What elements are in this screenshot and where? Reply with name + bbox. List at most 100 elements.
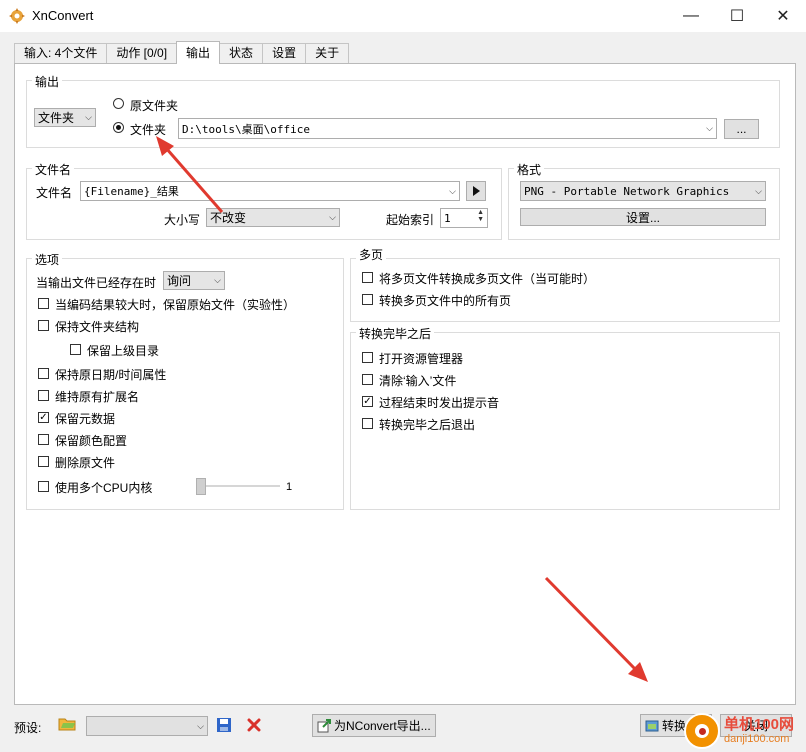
open-folder-icon[interactable]: [58, 716, 76, 732]
multipage-group: [350, 258, 780, 322]
tab-settings[interactable]: 设置: [262, 43, 307, 63]
option-label: 维持原有扩展名: [55, 390, 140, 404]
tab-input[interactable]: 输入: 4个文件: [14, 43, 108, 63]
option-label: 保留颜色配置: [55, 434, 128, 448]
browse-button-label: ...: [736, 122, 747, 136]
format-group: [508, 168, 780, 240]
filename-group-title: 文件名: [32, 161, 75, 178]
format-group-title: 格式: [514, 161, 545, 178]
tab-bar: 输入: 4个文件 动作 [0/0] 输出 状态 设置 关于: [14, 41, 350, 64]
tab-about[interactable]: 关于: [305, 43, 350, 63]
option-checkbox[interactable]: ✓: [38, 412, 49, 423]
chevron-down-icon: ⌵: [755, 185, 762, 196]
maximize-button[interactable]: ☐: [714, 0, 760, 32]
filename-pattern-combo[interactable]: {Filename}_结果 ⌵: [80, 181, 460, 201]
option-label: 当编码结果较大时，保留原始文件（实验性）: [55, 298, 296, 312]
radio-folder-label: 文件夹: [130, 123, 167, 137]
close-button[interactable]: ✕: [760, 0, 806, 32]
option-checkbox[interactable]: [38, 434, 49, 445]
case-select[interactable]: 不改变 ⌵: [206, 208, 340, 227]
after-option-label: 清除‘输入’文件: [379, 374, 457, 388]
multipage-option-label: 转换多页文件中的所有页: [379, 294, 512, 308]
save-icon[interactable]: [216, 717, 232, 733]
format-select[interactable]: PNG - Portable Network Graphics ⌵: [520, 181, 766, 201]
cpu-slider-track[interactable]: [206, 485, 280, 487]
watermark-logo-icon: [684, 713, 720, 749]
folder-type-value: 文件夹: [38, 111, 75, 125]
maximize-icon: ☐: [729, 8, 745, 25]
tab-output[interactable]: 输出: [176, 41, 221, 64]
filename-label: 文件名: [36, 186, 73, 200]
output-path-combo[interactable]: D:\tools\桌面\office ⌵: [178, 118, 717, 139]
output-path-value: D:\tools\桌面\office: [182, 122, 310, 136]
tab-status[interactable]: 状态: [219, 43, 264, 63]
radio-folder[interactable]: [113, 122, 124, 133]
multipage-option-checkbox[interactable]: [362, 294, 373, 305]
chevron-down-icon: ⌵: [214, 275, 221, 285]
option-label: 使用多个CPU内核: [55, 481, 153, 495]
start-index-spinner[interactable]: 1 ▲ ▼: [440, 208, 488, 228]
preset-select[interactable]: ⌵: [86, 716, 208, 736]
insert-pattern-button[interactable]: [466, 181, 486, 201]
option-checkbox[interactable]: [38, 456, 49, 467]
case-label: 大小写: [164, 213, 201, 227]
option-checkbox[interactable]: [38, 298, 49, 309]
xnconvert-logo-icon: [9, 8, 25, 24]
option-checkbox[interactable]: [38, 320, 49, 331]
format-settings-button[interactable]: 设置...: [520, 208, 766, 226]
chevron-down-icon: ⌵: [197, 720, 204, 731]
spinner-arrows-icon: ▲ ▼: [477, 209, 484, 223]
filename-pattern-value: {Filename}_结果: [84, 185, 179, 198]
close-icon: ✕: [776, 8, 790, 25]
folder-type-select[interactable]: 文件夹 ⌵: [34, 108, 96, 127]
format-settings-label: 设置...: [625, 210, 660, 225]
file-exists-select[interactable]: 询问 ⌵: [163, 271, 225, 290]
option-checkbox[interactable]: [38, 390, 49, 401]
option-checkbox[interactable]: [38, 481, 49, 492]
format-value: PNG - Portable Network Graphics: [524, 184, 730, 198]
option-label: 保留上级目录: [87, 344, 160, 358]
browse-button[interactable]: ...: [724, 119, 759, 139]
start-index-value: 1: [444, 211, 451, 225]
export-nconvert-button[interactable]: 为NConvert导出...: [312, 714, 436, 737]
after-option-label: 过程结束时发出提示音: [379, 396, 500, 410]
multipage-option-label: 将多页文件转换成多页文件（当可能时）: [379, 272, 596, 286]
start-index-label: 起始索引: [386, 213, 435, 227]
title-bar: XnConvert — ☐ ✕: [0, 0, 806, 32]
cpu-slider-thumb[interactable]: [196, 478, 206, 495]
file-exists-value: 询问: [167, 274, 192, 288]
options-group-title: 选项: [32, 251, 63, 268]
delete-icon[interactable]: [246, 717, 262, 733]
after-option-checkbox[interactable]: [362, 352, 373, 363]
window-title: XnConvert: [32, 8, 94, 23]
tab-actions[interactable]: 动作 [0/0]: [106, 43, 178, 63]
watermark-url: danji100.com: [724, 733, 790, 745]
export-icon: [317, 718, 331, 732]
after-option-checkbox[interactable]: [362, 374, 373, 385]
export-nconvert-label: 为NConvert导出...: [334, 719, 431, 733]
option-checkbox[interactable]: [70, 344, 81, 355]
chevron-down-icon: ⌵: [706, 123, 713, 133]
minimize-button[interactable]: —: [668, 0, 714, 32]
radio-original-folder-label: 原文件夹: [130, 99, 179, 113]
after-option-checkbox[interactable]: [362, 418, 373, 429]
filename-group: [26, 168, 502, 240]
option-label: 保留元数据: [55, 412, 116, 426]
chevron-down-icon: ⌵: [329, 212, 336, 222]
after-option-checkbox[interactable]: ✓: [362, 396, 373, 407]
after-conversion-group-title: 转换完毕之后: [356, 325, 435, 342]
file-exists-label: 当输出文件已经存在时: [36, 276, 157, 290]
minimize-icon: —: [683, 7, 699, 24]
option-checkbox[interactable]: [38, 368, 49, 379]
play-arrow-icon: [473, 186, 480, 196]
option-label: 删除原文件: [55, 456, 116, 470]
cpu-count-value: 1: [286, 481, 293, 493]
watermark-title: 单机100网: [724, 716, 795, 733]
convert-button-label: 转换: [662, 719, 687, 733]
convert-icon: [645, 720, 659, 731]
chevron-down-icon: ⌵: [449, 185, 456, 196]
option-label: 保持文件夹结构: [55, 320, 140, 334]
multipage-option-checkbox[interactable]: [362, 272, 373, 283]
output-group-title: 输出: [32, 73, 63, 90]
radio-original-folder[interactable]: [113, 98, 124, 109]
